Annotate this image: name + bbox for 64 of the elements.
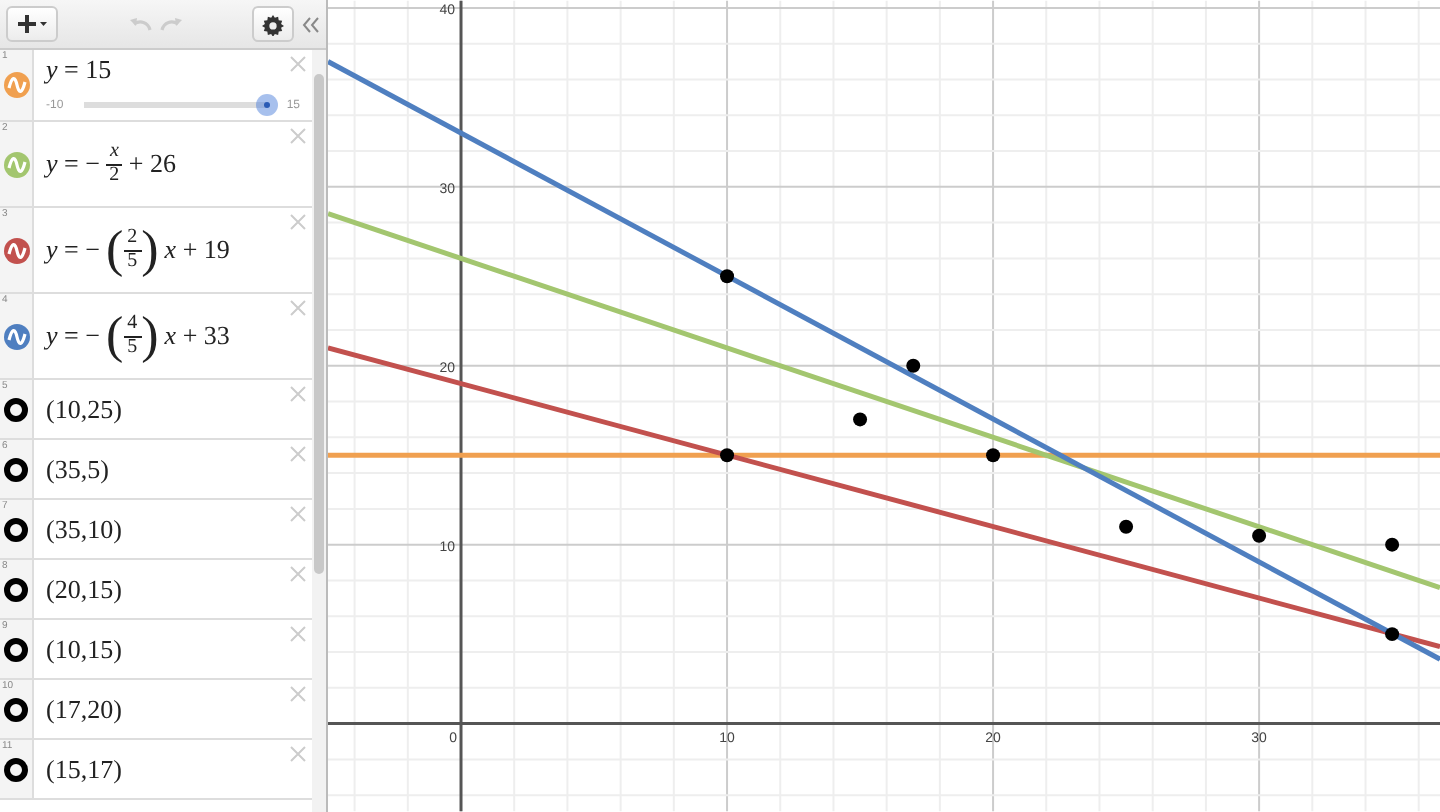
undo-button[interactable] (129, 16, 151, 32)
parenthesis: ) (141, 224, 159, 276)
parenthesis: ) (141, 310, 159, 362)
data-point (1252, 528, 1267, 543)
point-icon[interactable] (4, 757, 28, 781)
close-icon[interactable] (290, 506, 306, 522)
close-icon[interactable] (290, 446, 306, 462)
curve-icon[interactable] (3, 237, 29, 263)
redo-button[interactable] (159, 16, 181, 32)
data-point (1385, 537, 1400, 552)
curve-icon[interactable] (3, 151, 29, 177)
close-icon[interactable] (290, 746, 306, 762)
close-icon[interactable] (290, 56, 306, 72)
collapse-icon (302, 15, 320, 33)
fraction: 2 5 (123, 228, 142, 272)
math-text: (15,17) (46, 753, 122, 785)
math-text: (17,20) (46, 693, 122, 725)
point-icon[interactable] (4, 637, 28, 661)
parenthesis: ( (105, 224, 124, 276)
close-icon[interactable] (290, 626, 306, 642)
math-text: y = − (46, 148, 100, 180)
fraction: x 2 (105, 142, 123, 186)
curve-icon[interactable] (3, 323, 29, 349)
redo-icon (159, 16, 181, 32)
point-icon[interactable] (4, 517, 28, 541)
close-icon[interactable] (290, 686, 306, 702)
math-text: (10,25) (46, 393, 122, 425)
add-button[interactable] (6, 6, 58, 42)
settings-button[interactable] (252, 6, 294, 42)
plus-icon (16, 14, 48, 34)
data-point (986, 448, 1001, 463)
parenthesis: ( (105, 310, 124, 362)
data-point (853, 412, 868, 427)
math-text: (10,15) (46, 633, 122, 665)
scrollbar[interactable] (312, 50, 326, 812)
close-icon[interactable] (290, 300, 306, 316)
fraction: 4 5 (123, 314, 142, 358)
math-text: (35,10) (46, 513, 122, 545)
data-point (906, 358, 921, 373)
settings-icon (262, 13, 284, 35)
close-icon[interactable] (290, 128, 306, 144)
data-point (720, 448, 735, 463)
math-text: x + 33 (164, 320, 230, 352)
close-icon[interactable] (290, 214, 306, 230)
math-text: y = − (46, 320, 100, 352)
math-text: (35,5) (46, 453, 109, 485)
collapse-button[interactable] (302, 15, 320, 33)
data-point (720, 269, 735, 284)
math-text: y = − (46, 234, 100, 266)
point-icon[interactable] (4, 457, 28, 481)
math-text: x + 19 (164, 234, 230, 266)
math-text: y = 15 (46, 54, 112, 86)
math-text: (20,15) (46, 573, 122, 605)
point-icon[interactable] (4, 397, 28, 421)
data-point (1119, 519, 1134, 534)
close-icon[interactable] (290, 566, 306, 582)
close-icon[interactable] (290, 386, 306, 402)
point-icon[interactable] (4, 577, 28, 601)
undo-icon (129, 16, 151, 32)
curve-icon[interactable] (3, 72, 29, 98)
data-point (1385, 627, 1400, 642)
math-text: + 26 (128, 148, 176, 180)
point-icon[interactable] (4, 697, 28, 721)
slider-thumb[interactable] (255, 94, 278, 116)
